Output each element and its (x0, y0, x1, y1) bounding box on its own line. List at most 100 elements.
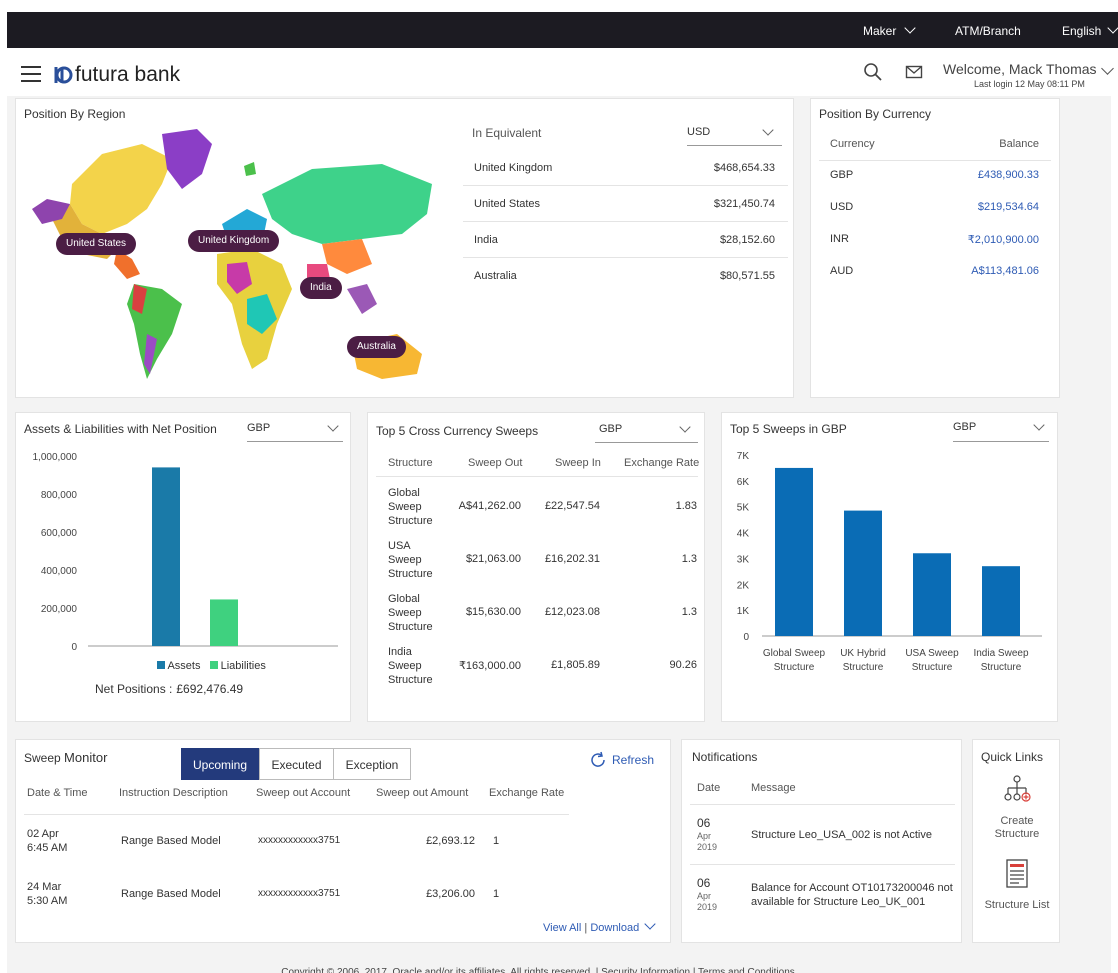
notification-day: 06 (697, 816, 711, 830)
assets-liabilities-panel: Assets & Liabilities with Net Position G… (15, 412, 351, 722)
language-menu[interactable]: English (1062, 22, 1118, 38)
x-tick-label: USA Sweep Structure (905, 648, 959, 673)
y-tick-label: 400,000 (41, 566, 78, 577)
structure-tree-icon (1004, 775, 1031, 802)
divider (690, 804, 955, 805)
region-country: India (474, 234, 498, 246)
hamburger-menu-icon[interactable] (21, 66, 41, 82)
bar (844, 510, 882, 636)
y-tick-label: 0 (743, 632, 749, 643)
map-label-india[interactable]: India (300, 277, 342, 299)
currency-balance[interactable]: £438,900.33 (978, 169, 1039, 181)
currency-code: AUD (830, 265, 854, 277)
region-amount: $80,571.55 (719, 270, 775, 282)
sweep-tabs: Upcoming Executed Exception (181, 748, 411, 780)
map-label-australia[interactable]: Australia (347, 336, 406, 358)
legend-swatch-assets (157, 661, 165, 669)
row-date: 24 Mar (27, 881, 62, 893)
chevron-down-icon[interactable] (644, 918, 656, 930)
column-header-account: Sweep out Account (256, 787, 351, 799)
cross-currency-sweeps-panel: Top 5 Cross Currency Sweeps GBP Structur… (367, 412, 705, 722)
y-tick-label: 800,000 (41, 490, 78, 501)
row-structure: Global Sweep Structure (388, 593, 433, 633)
maker-menu[interactable]: Maker (863, 22, 916, 38)
y-tick-label: 4K (737, 529, 750, 540)
tab-executed[interactable]: Executed (259, 748, 334, 780)
notification-message[interactable]: Balance for Account OT10173200046 not av… (751, 881, 961, 909)
panel-title: Sweep Monitor (24, 750, 107, 765)
position-by-currency-panel: Position By Currency Currency Balance GB… (810, 98, 1060, 398)
row-time: 6:45 AM (27, 842, 68, 854)
create-structure-link[interactable]: Create Structure (973, 774, 1061, 841)
footer: Copyright © 2006, 2017, Oracle and/or it… (281, 967, 795, 973)
bar (982, 566, 1020, 636)
region-country: Australia (474, 270, 517, 282)
y-tick-label: 0 (71, 642, 77, 653)
map-label-united-kingdom[interactable]: United Kingdom (188, 230, 280, 252)
refresh-label: Refresh (612, 753, 655, 767)
notification-year: 2019 (697, 842, 718, 852)
map-label-united-states[interactable]: United States (56, 233, 137, 255)
region-amount: $321,450.74 (713, 198, 775, 210)
create-structure-label: Create Structure (994, 815, 1040, 840)
region-amount: $468,654.33 (713, 162, 775, 174)
x-tick-label: UK Hybrid Structure (840, 648, 886, 673)
notification-message[interactable]: Structure Leo_USA_002 is not Active (751, 828, 961, 842)
net-position-label: Net Positions : (95, 682, 173, 696)
row-exchange-rate: 1.3 (681, 606, 697, 618)
row-sweep-in: £16,202.31 (544, 553, 600, 565)
row-description: Range Based Model (121, 835, 221, 847)
structure-list-link[interactable]: Structure List (973, 858, 1061, 911)
tab-upcoming[interactable]: Upcoming (181, 748, 259, 780)
view-all-link[interactable]: View All (543, 922, 581, 934)
welcome-text[interactable]: Welcome, Mack Thomas (943, 61, 1097, 77)
row-account: xxxxxxxxxxxx3751 (258, 888, 341, 899)
selected-currency: GBP (599, 423, 623, 435)
selected-currency: USD (687, 126, 711, 138)
column-header-currency: Currency (830, 138, 875, 150)
currency-balance[interactable]: A$113,481.06 (971, 265, 1039, 277)
column-header-description: Instruction Description (119, 787, 228, 799)
y-tick-label: 200,000 (41, 604, 78, 615)
document-list-icon (1006, 859, 1028, 888)
divider (376, 476, 698, 477)
legend-swatch-liabilities (209, 661, 218, 669)
region-country: United Kingdom (474, 162, 553, 174)
panel-title: Position By Region (24, 107, 126, 121)
top-bar: Maker ATM/Branch English (7, 12, 1118, 48)
column-header-sweep-in: Sweep In (555, 457, 601, 469)
y-tick-label: 6K (737, 477, 750, 488)
divider (690, 864, 955, 865)
chevron-down-icon (1033, 419, 1045, 431)
panel-title: Quick Links (981, 750, 1044, 764)
currency-balance[interactable]: $219,534.64 (978, 201, 1039, 213)
chart-legend: Assets Liabilities (157, 660, 266, 672)
header: futura bank Welcome, Mack Thomas Last lo… (7, 48, 1118, 96)
row-exchange-rate: 90.26 (669, 659, 697, 671)
row-sweep-out: A$41,262.00 (458, 500, 521, 512)
column-header-amount: Sweep out Amount (376, 787, 469, 799)
panel-title: Assets & Liabilities with Net Position (24, 422, 217, 436)
selected-currency: GBP (953, 421, 977, 433)
top-sweeps-chart: 0 1K 2K 3K 4K 5K 6K 7K Global Sweep Structure UK H… (737, 451, 1042, 673)
select-underline (595, 442, 698, 443)
chevron-down-icon[interactable] (1101, 62, 1114, 75)
currency-balance[interactable]: ₹2,010,900.00 (968, 233, 1039, 246)
sweep-footer-links: View All | Download (543, 918, 656, 934)
row-date: 02 Apr (27, 828, 59, 840)
y-tick-label: 1,000,000 (33, 452, 78, 463)
panel-title: Notifications (692, 750, 758, 764)
bar-liabilities (210, 599, 238, 646)
notification-day: 06 (697, 876, 711, 890)
panel-title: Top 5 Cross Currency Sweeps (376, 424, 539, 438)
column-header-sweep-out: Sweep Out (468, 457, 523, 469)
download-link[interactable]: Download (590, 922, 639, 934)
legend-liabilities: Liabilities (220, 660, 266, 672)
x-tick-label: India Sweep Structure (973, 648, 1028, 673)
atm-branch-link[interactable]: ATM/Branch (955, 24, 1021, 38)
column-header-message: Message (751, 782, 796, 794)
chevron-down-icon (327, 420, 339, 432)
mail-icon[interactable] (905, 65, 925, 81)
tab-exception[interactable]: Exception (333, 748, 411, 780)
search-icon[interactable] (863, 62, 883, 82)
